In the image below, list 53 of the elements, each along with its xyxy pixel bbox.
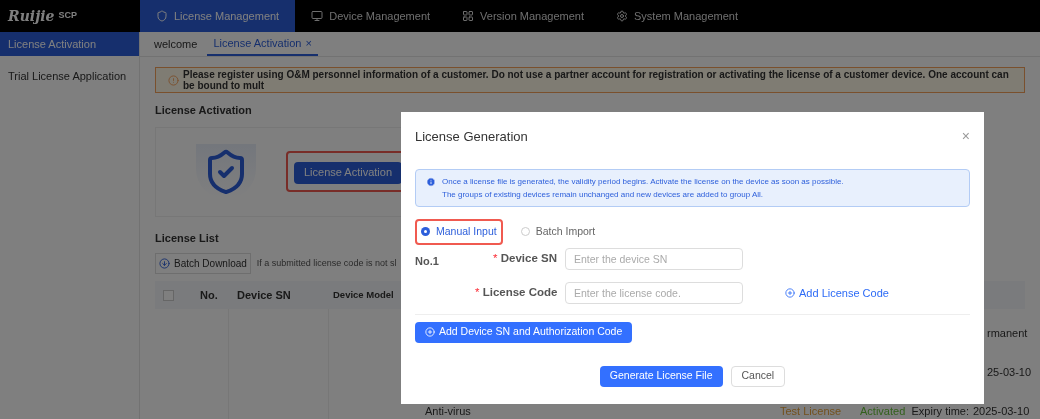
download-icon bbox=[159, 258, 170, 269]
radio-option[interactable]: Batch Import bbox=[520, 224, 596, 240]
table-cell-text: Test License bbox=[780, 405, 843, 417]
table-cell-text: Expiry time: bbox=[910, 405, 970, 417]
table-cell-text: rmanent bbox=[986, 327, 1028, 339]
plus-icon bbox=[425, 327, 435, 338]
page-tab[interactable]: License Activation × bbox=[207, 32, 318, 56]
sidebar-item[interactable]: Trial License Application bbox=[0, 64, 139, 88]
nav-tab[interactable]: System Management bbox=[600, 0, 754, 32]
batch-download-button[interactable]: Batch Download bbox=[155, 253, 251, 274]
info-icon bbox=[426, 177, 436, 187]
close-tab-icon[interactable]: × bbox=[305, 34, 312, 52]
license-activation-button[interactable]: License Activation bbox=[294, 161, 403, 184]
monitor-icon bbox=[311, 10, 324, 22]
column-header: Device Model bbox=[333, 287, 395, 302]
logo-suffix: SCP bbox=[58, 9, 77, 23]
table-cell-text: 25-03-10 bbox=[986, 366, 1032, 378]
input-field[interactable]: Enter the device SN bbox=[565, 247, 743, 270]
radio-option[interactable]: Manual Input bbox=[421, 224, 497, 240]
column-header: No. bbox=[200, 287, 219, 303]
table-cell: 2025-03-10 bbox=[973, 405, 1030, 417]
plus-icon bbox=[785, 287, 795, 298]
input-field[interactable]: Enter the license code. bbox=[565, 281, 743, 304]
add-device-button[interactable]: Add Device SN and Authorization Code bbox=[415, 321, 633, 343]
dialog-title: License Generation bbox=[415, 127, 528, 146]
close-icon[interactable]: × bbox=[961, 126, 970, 147]
column-header: Device SN bbox=[237, 287, 292, 303]
table-cell-text: Anti-virus bbox=[425, 405, 472, 417]
entry-number: No.1 bbox=[415, 253, 440, 269]
nav-tab[interactable]: Version Management bbox=[446, 0, 601, 32]
header-checkbox[interactable] bbox=[163, 289, 174, 301]
field-label: * License Code bbox=[475, 285, 559, 301]
alert-text: The groups of existing devices remain unchanged and new devices are added to group All. bbox=[442, 189, 765, 201]
cancel-button[interactable]: Cancel bbox=[730, 365, 786, 387]
field-label: * Device SN bbox=[492, 251, 558, 267]
gear-icon bbox=[616, 10, 629, 22]
table-cell-text: Activated bbox=[860, 405, 907, 417]
add-license-code-link[interactable]: Add License Code bbox=[785, 284, 889, 301]
hint-text: If a submitted license code is not sl bbox=[256, 256, 397, 270]
logo: Ruijie bbox=[8, 6, 55, 26]
radio-button[interactable] bbox=[421, 227, 430, 237]
section-title: License List bbox=[155, 230, 219, 246]
nav-tab[interactable]: Device Management bbox=[295, 0, 447, 32]
shield-icon bbox=[156, 10, 168, 22]
generate-button[interactable]: Generate License File bbox=[599, 365, 723, 387]
alert-text: Once a license file is generated, the validity period begins. Activate the license on the device as soon as possible. bbox=[442, 176, 844, 188]
warning-icon bbox=[168, 74, 179, 86]
sidebar-item[interactable]: License Activation bbox=[0, 32, 139, 56]
page-tab[interactable]: welcome bbox=[148, 32, 204, 56]
nav-tab[interactable]: License Management bbox=[140, 0, 296, 32]
section-title: License Activation bbox=[155, 103, 252, 118]
warning-text: Please register using O&M personnel information of a customer. Do not use a partner account for registration or activating the license of a customer device. One account can be bound to mult bbox=[183, 69, 1010, 91]
grid-icon bbox=[462, 10, 475, 22]
